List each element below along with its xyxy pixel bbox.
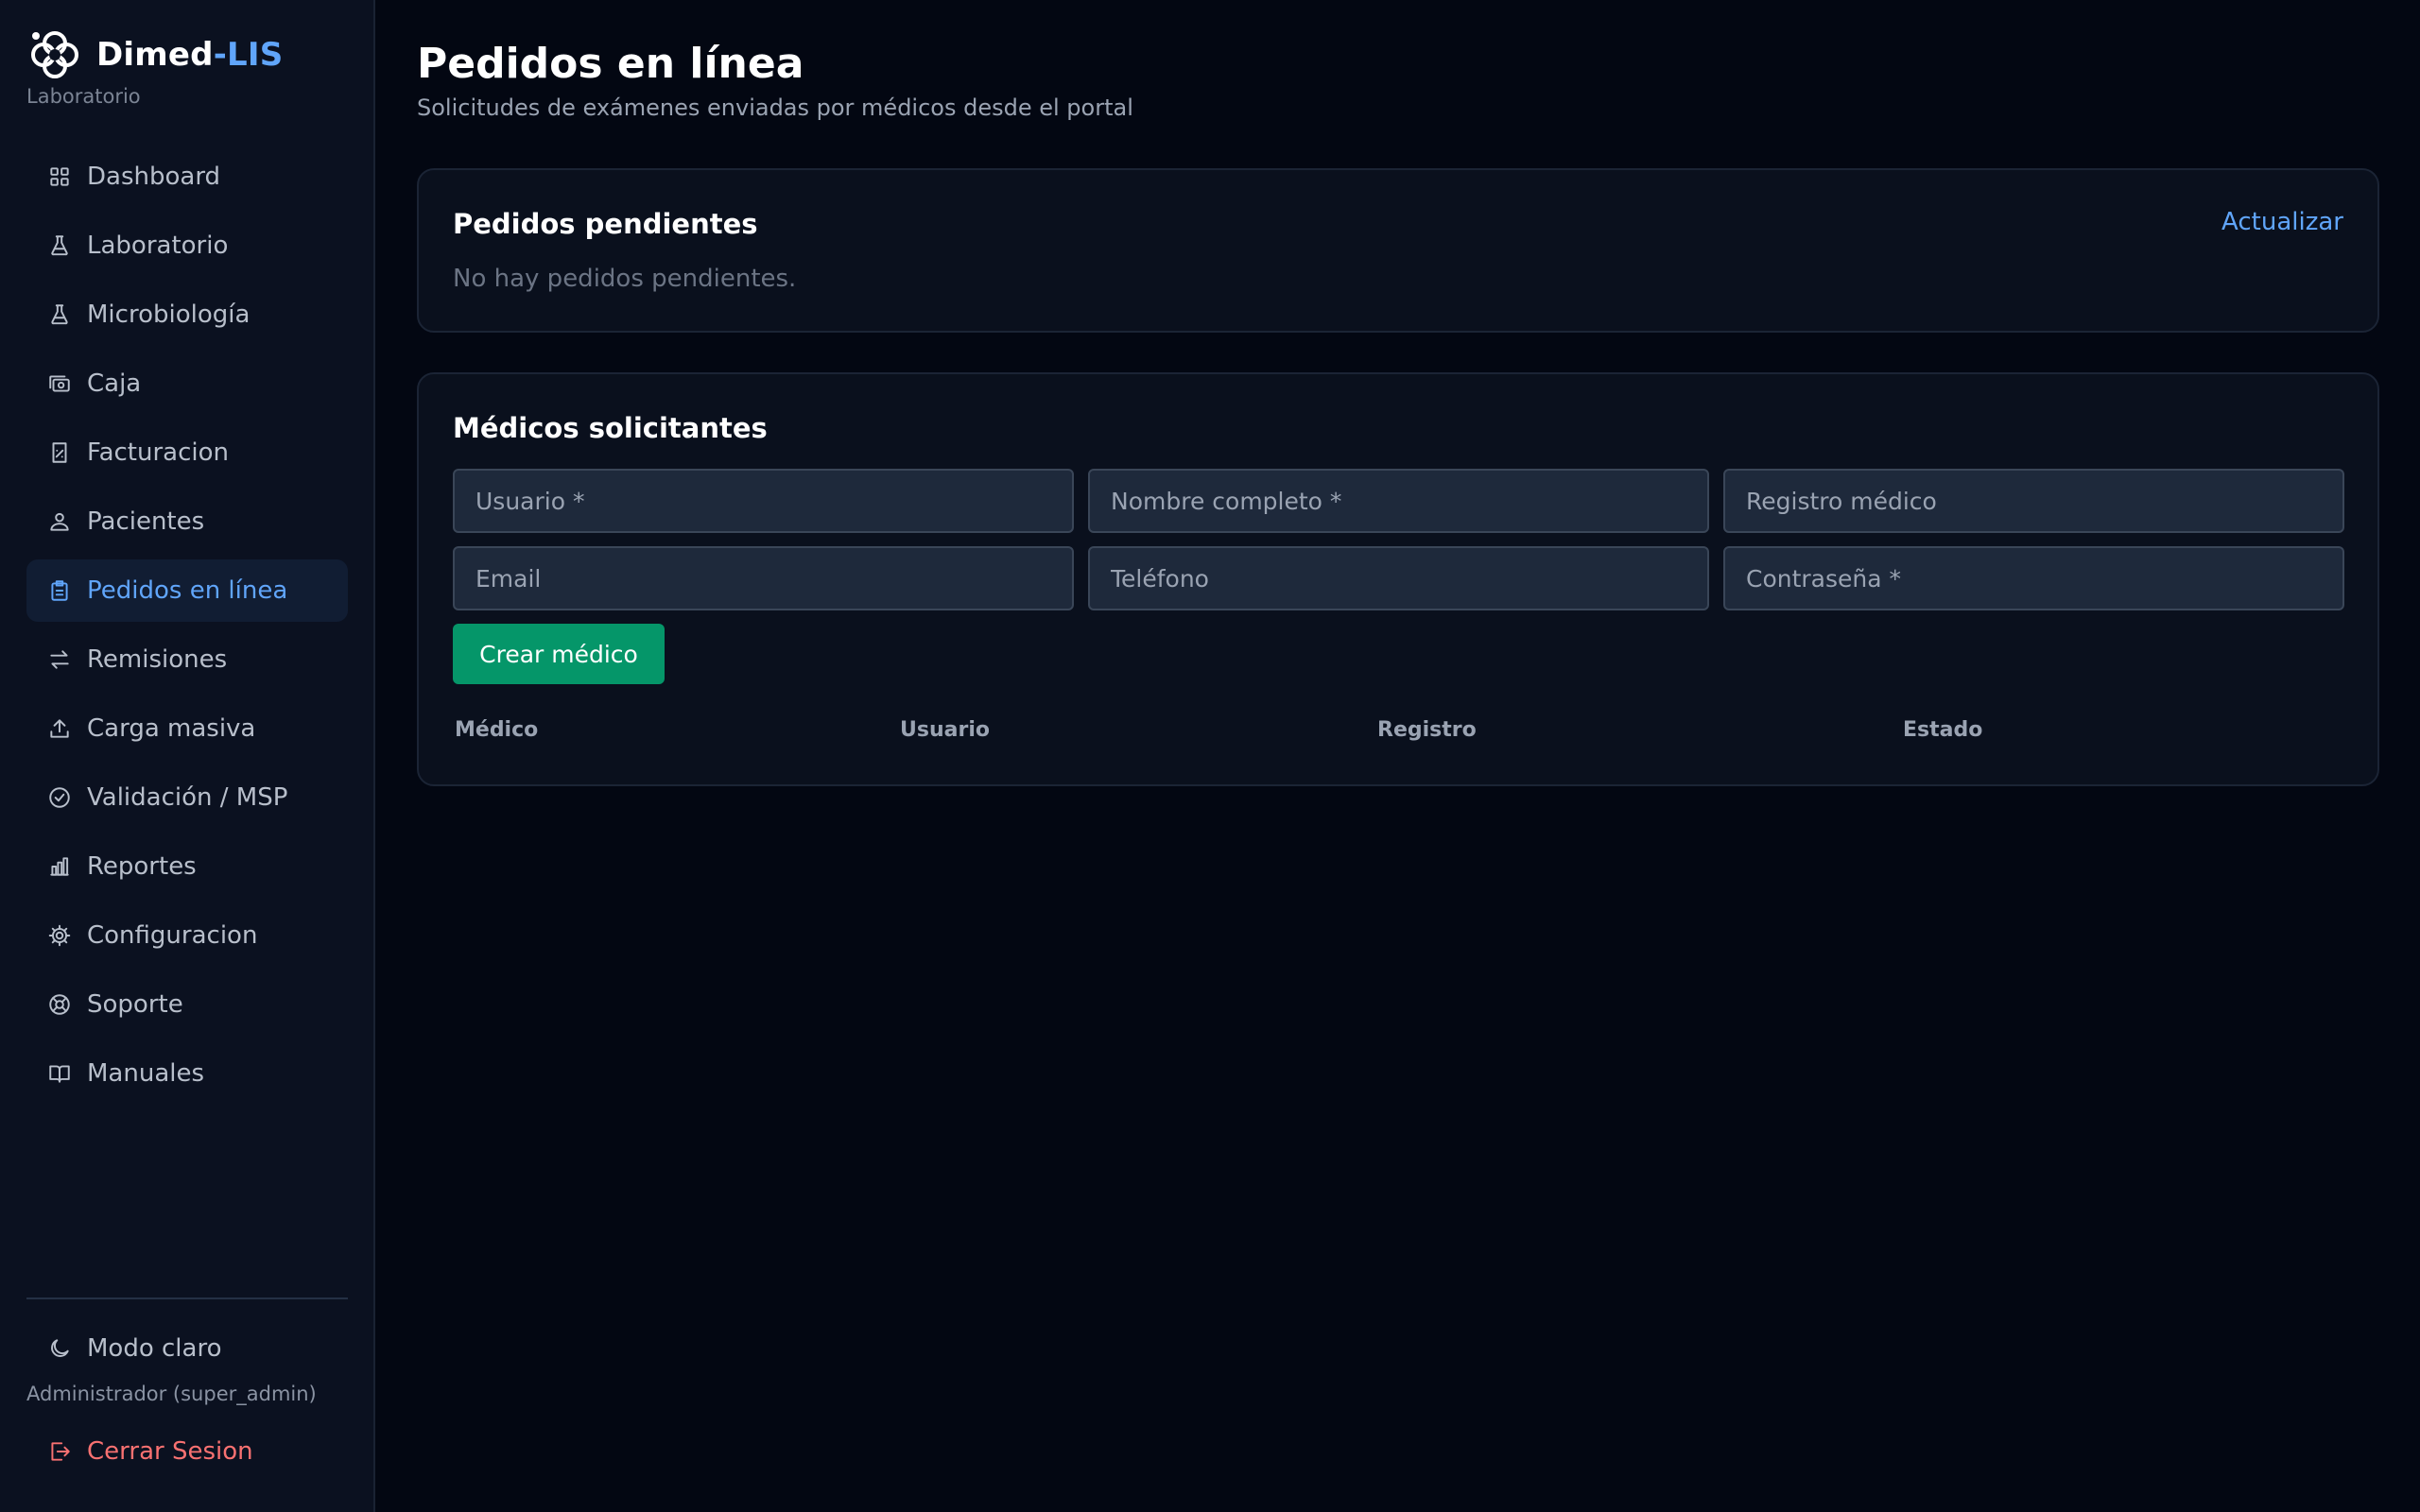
support-icon	[49, 994, 70, 1015]
sidebar: Dimed-LIS Laboratorio Dashboard Laborato…	[0, 0, 375, 1512]
sidebar-item-label: Facturacion	[87, 438, 229, 467]
invoice-icon	[52, 442, 67, 463]
current-user: Administrador (super_admin)	[26, 1383, 317, 1405]
theme-toggle[interactable]: Modo claro	[26, 1319, 348, 1378]
fullname-input[interactable]	[1088, 469, 1709, 533]
logout-icon	[51, 1442, 70, 1461]
create-doctor-button[interactable]: Crear médico	[453, 624, 665, 684]
column-header-medico[interactable]: Médico	[455, 718, 538, 742]
sidebar-item-label: Remisiones	[87, 645, 228, 674]
doctors-title: Médicos solicitantes	[453, 412, 768, 444]
flask-icon	[51, 235, 68, 256]
sidebar-item-carga-masiva[interactable]: Carga masiva	[26, 697, 348, 760]
brand[interactable]: Dimed-LIS	[26, 26, 283, 83]
arrows-swap-icon	[50, 650, 69, 669]
phone-input[interactable]	[1088, 546, 1709, 610]
gear-icon	[48, 924, 71, 947]
column-header-registro[interactable]: Registro	[1377, 718, 1477, 742]
sidebar-item-dashboard[interactable]: Dashboard	[26, 146, 348, 208]
sidebar-divider	[26, 1297, 348, 1299]
logout-label: Cerrar Sesion	[87, 1437, 253, 1466]
upload-icon	[50, 719, 69, 738]
cash-icon	[49, 375, 70, 392]
page-title: Pedidos en línea	[417, 40, 804, 88]
sidebar-item-facturacion[interactable]: Facturacion	[26, 421, 348, 484]
bar-chart-icon	[50, 857, 69, 876]
sidebar-item-laboratorio[interactable]: Laboratorio	[26, 215, 348, 277]
email-input[interactable]	[453, 546, 1074, 610]
book-icon	[49, 1065, 70, 1083]
clipboard-icon	[51, 580, 68, 601]
logo-icon	[31, 31, 78, 78]
patients-icon	[50, 512, 69, 531]
refresh-link[interactable]: Actualizar	[2221, 208, 2343, 236]
sidebar-item-caja[interactable]: Caja	[26, 352, 348, 415]
sidebar-item-label: Carga masiva	[87, 714, 256, 743]
sidebar-item-manuales[interactable]: Manuales	[26, 1042, 348, 1105]
sidebar-item-validacion-msp[interactable]: Validación / MSP	[26, 766, 348, 829]
pending-orders-card: Pedidos pendientes Actualizar No hay ped…	[417, 168, 2379, 333]
sidebar-item-pacientes[interactable]: Pacientes	[26, 490, 348, 553]
sidebar-item-remisiones[interactable]: Remisiones	[26, 628, 348, 691]
password-input[interactable]	[1723, 546, 2344, 610]
check-circle-icon	[49, 787, 70, 808]
theme-toggle-label: Modo claro	[87, 1334, 222, 1363]
sidebar-nav: Dashboard Laboratorio Microbiología Caja…	[26, 146, 348, 1111]
sidebar-item-label: Configuracion	[87, 921, 258, 950]
moon-icon	[51, 1339, 69, 1357]
grid-icon	[50, 167, 69, 186]
sidebar-item-label: Soporte	[87, 990, 183, 1019]
sidebar-item-label: Pedidos en línea	[87, 576, 288, 605]
sidebar-item-label: Caja	[87, 369, 142, 398]
sidebar-item-label: Manuales	[87, 1059, 205, 1088]
sidebar-item-reportes[interactable]: Reportes	[26, 835, 348, 898]
brand-subtitle: Laboratorio	[26, 85, 141, 108]
sidebar-item-label: Pacientes	[87, 507, 205, 536]
flask-icon	[51, 304, 68, 325]
sidebar-item-configuracion[interactable]: Configuracion	[26, 904, 348, 967]
brand-name: Dimed-LIS	[96, 36, 284, 74]
doctors-card: Médicos solicitantes Crear médico Médico…	[417, 372, 2379, 786]
column-header-usuario[interactable]: Usuario	[900, 718, 990, 742]
sidebar-item-label: Microbiología	[87, 301, 251, 329]
sidebar-item-soporte[interactable]: Soporte	[26, 973, 348, 1036]
column-header-estado[interactable]: Estado	[1903, 718, 1982, 742]
sidebar-item-label: Dashboard	[87, 163, 221, 191]
page-subtitle: Solicitudes de exámenes enviadas por méd…	[417, 94, 1133, 121]
logout-button[interactable]: Cerrar Sesion	[26, 1422, 348, 1481]
sidebar-item-pedidos-en-linea[interactable]: Pedidos en línea	[26, 559, 348, 622]
sidebar-item-label: Validación / MSP	[87, 783, 288, 812]
empty-state: No hay pedidos pendientes.	[453, 265, 797, 293]
sidebar-item-label: Laboratorio	[87, 232, 229, 260]
username-input[interactable]	[453, 469, 1074, 533]
sidebar-item-label: Reportes	[87, 852, 197, 881]
registry-input[interactable]	[1723, 469, 2344, 533]
sidebar-item-microbiologia[interactable]: Microbiología	[26, 284, 348, 346]
pending-orders-title: Pedidos pendientes	[453, 208, 758, 240]
